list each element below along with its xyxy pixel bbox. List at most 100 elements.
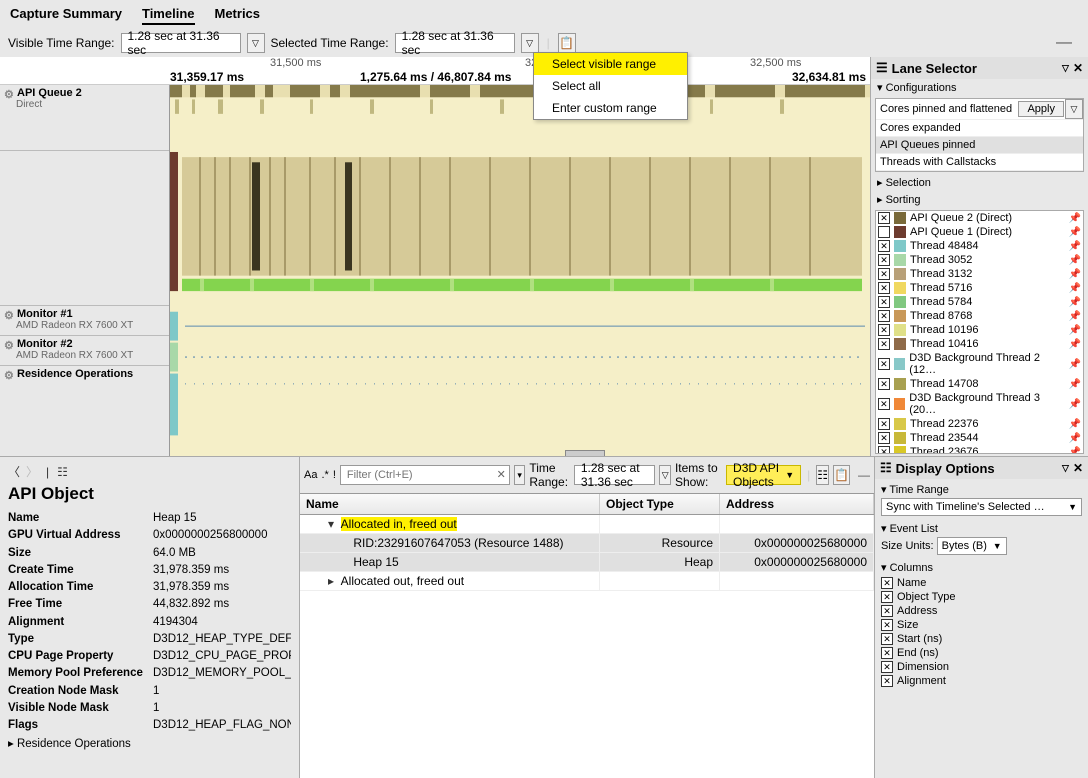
column-checkbox[interactable]: ✕ (881, 633, 893, 645)
filter-input[interactable] (340, 465, 510, 485)
lane-checkbox[interactable]: ✕ (878, 240, 890, 252)
table-row[interactable]: ▸ Allocated out, freed out (300, 572, 874, 591)
pin-icon[interactable]: 📌 (1069, 325, 1081, 336)
timeline-tracks[interactable] (170, 85, 870, 456)
grid-view-button[interactable]: ☷ (816, 465, 829, 485)
lane-row[interactable]: ✕Thread 48484📌 (876, 239, 1083, 253)
lane-row[interactable]: ✕Thread 14708📌 (876, 377, 1083, 391)
lane-checkbox[interactable]: ✕ (878, 378, 890, 390)
regex-toggle[interactable]: .* (321, 469, 328, 481)
column-toggle[interactable]: ✕Address (881, 604, 1082, 618)
pin-icon[interactable]: 📌 (1069, 379, 1081, 390)
menu-select-all[interactable]: Select all (534, 75, 687, 97)
lane-checkbox[interactable]: ✕ (878, 324, 890, 336)
items-to-show-dropdown[interactable]: D3D API Objects ▼ (726, 465, 801, 485)
residence-operations-expander[interactable]: ▸ Residence Operations (8, 736, 291, 750)
lane-checkbox[interactable]: ✕ (878, 296, 890, 308)
pin-icon[interactable]: 📌 (1069, 399, 1081, 410)
lane-row[interactable]: ✕D3D Background Thread 3 (20…📌 (876, 391, 1083, 417)
size-units-dropdown[interactable]: Bytes (B)▼ (937, 537, 1007, 555)
pin-icon[interactable]: 📌 (1069, 283, 1081, 294)
filter-menu-button[interactable]: ▾ (514, 465, 525, 485)
column-toggle[interactable]: ✕Size (881, 618, 1082, 632)
lane-label-residence[interactable]: ⚙Residence Operations (0, 365, 169, 425)
menu-enter-custom-range[interactable]: Enter custom range (534, 97, 687, 119)
column-toggle[interactable]: ✕Name (881, 576, 1082, 590)
menu-select-visible-range[interactable]: Select visible range (534, 53, 687, 75)
pin-icon[interactable]: 📌 (1069, 311, 1081, 322)
config-item[interactable]: API Queues pinned (876, 137, 1083, 154)
lane-row[interactable]: ✕Thread 10196📌 (876, 323, 1083, 337)
table-row[interactable]: RID:23291607647053 (Resource 1488)Resour… (300, 534, 874, 553)
tab-capture-summary[interactable]: Capture Summary (10, 4, 122, 25)
lane-label-threads[interactable] (0, 150, 169, 305)
column-checkbox[interactable]: ✕ (881, 675, 893, 687)
lane-checkbox[interactable]: ✕ (878, 446, 890, 454)
column-toggle[interactable]: ✕Start (ns) (881, 632, 1082, 646)
visible-range-menu-button[interactable]: ▽ (247, 33, 265, 53)
pin-icon[interactable]: 📌 (1069, 227, 1081, 238)
pin-icon[interactable]: 📌 (1069, 297, 1081, 308)
lane-row[interactable]: ✕Thread 22376📌 (876, 417, 1083, 431)
clipboard-button[interactable]: 📋 (833, 465, 850, 485)
minimize-icon[interactable]: — (858, 468, 870, 482)
row-expander[interactable]: ▾ (328, 517, 338, 531)
col-header-address[interactable]: Address (720, 494, 874, 514)
clipboard-button[interactable]: 📋 (558, 33, 576, 53)
column-checkbox[interactable]: ✕ (881, 647, 893, 659)
lane-row[interactable]: ✕Thread 3132📌 (876, 267, 1083, 281)
display-eventlist-section[interactable]: Event List (890, 523, 938, 535)
close-icon[interactable]: ✕ (1073, 61, 1083, 75)
pin-icon[interactable]: 📌 (1069, 213, 1081, 224)
lane-checkbox[interactable]: ✕ (878, 358, 890, 370)
sync-range-dropdown[interactable]: Sync with Timeline's Selected Range▼ (881, 498, 1082, 516)
column-toggle[interactable]: ✕Alignment (881, 674, 1082, 688)
column-checkbox[interactable]: ✕ (881, 661, 893, 673)
lane-row[interactable]: API Queue 1 (Direct)📌 (876, 225, 1083, 239)
pin-icon[interactable]: 📌 (1069, 359, 1081, 370)
apply-menu-button[interactable]: ▽ (1065, 99, 1083, 119)
tab-timeline[interactable]: Timeline (142, 4, 195, 25)
lane-label-monitor-1[interactable]: ⚙Monitor #1 AMD Radeon RX 7600 XT (0, 305, 169, 335)
pin-icon[interactable]: 📌 (1069, 419, 1081, 430)
match-case-toggle[interactable]: Aa (304, 469, 317, 481)
config-item[interactable]: Cores pinned and flattenedApply▽ (876, 99, 1083, 120)
lane-checkbox[interactable]: ✕ (878, 212, 890, 224)
column-toggle[interactable]: ✕End (ns) (881, 646, 1082, 660)
configurations-section[interactable]: ▾ Configurations (871, 79, 1088, 96)
column-toggle[interactable]: ✕Dimension (881, 660, 1082, 674)
pin-icon[interactable]: 📌 (1069, 241, 1081, 252)
pin-icon[interactable]: 📌 (1069, 255, 1081, 266)
lane-row[interactable]: ✕Thread 3052📌 (876, 253, 1083, 267)
back-button[interactable]: 〈 (8, 463, 20, 480)
row-expander[interactable]: ▸ (328, 574, 338, 588)
column-checkbox[interactable]: ✕ (881, 619, 893, 631)
timerange-field[interactable]: 1.28 sec at 31.36 sec (574, 465, 656, 485)
column-checkbox[interactable]: ✕ (881, 591, 893, 603)
tab-metrics[interactable]: Metrics (215, 4, 261, 25)
tree-view-button[interactable]: ☷ (57, 465, 68, 479)
config-item[interactable]: Threads with Callstacks (876, 154, 1083, 171)
pin-icon[interactable]: 📌 (1069, 433, 1081, 444)
clear-filter-icon[interactable]: ✕ (497, 468, 506, 481)
lane-checkbox[interactable]: ✕ (878, 254, 890, 266)
pin-icon[interactable]: 📌 (1069, 269, 1081, 280)
column-toggle[interactable]: ✕Object Type (881, 590, 1082, 604)
display-columns-section[interactable]: Columns (890, 562, 933, 574)
col-header-name[interactable]: Name (300, 494, 600, 514)
lane-checkbox[interactable]: ✕ (878, 418, 890, 430)
visible-range-field[interactable]: 1.28 sec at 31.36 sec (121, 33, 241, 53)
close-icon[interactable]: ✕ (1073, 461, 1083, 475)
lane-row[interactable]: ✕Thread 10416📌 (876, 337, 1083, 351)
col-header-type[interactable]: Object Type (600, 494, 720, 514)
lane-row[interactable]: ✕Thread 5784📌 (876, 295, 1083, 309)
negate-toggle[interactable]: ! (333, 469, 336, 481)
forward-button[interactable]: 〉 (26, 463, 38, 480)
apply-button[interactable]: Apply (1018, 101, 1064, 117)
display-timerange-section[interactable]: Time Range (889, 484, 949, 496)
table-row[interactable]: ▾ Allocated in, freed out (300, 515, 874, 534)
selected-range-menu-button[interactable]: ▽ (521, 33, 539, 53)
chevron-down-icon[interactable]: ▽ (1062, 463, 1069, 474)
timeline-scroll-thumb[interactable] (565, 450, 605, 456)
lane-checkbox[interactable]: ✕ (878, 432, 890, 444)
